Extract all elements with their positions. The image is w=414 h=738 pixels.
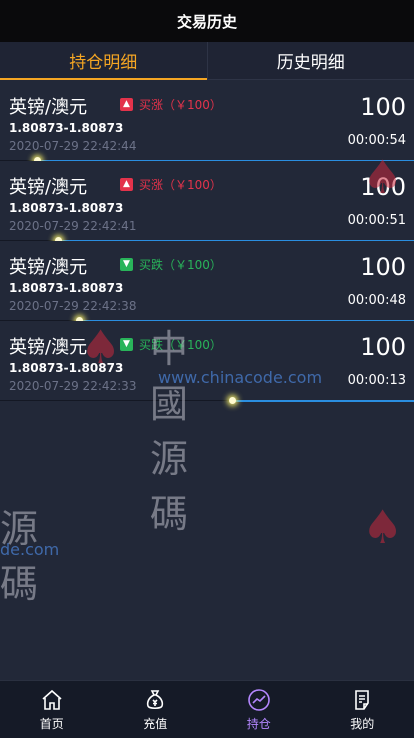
order-countdown: 00:00:51 [347, 213, 406, 228]
arrow-down-icon: ▼ [120, 258, 133, 271]
order-row[interactable]: 英镑/澳元 ▼ 买跌（￥100） 1.80873-1.80873 2020-07-… [0, 241, 414, 324]
arrow-up-icon: ▲ [120, 98, 133, 111]
direction-label: 买跌（￥100） [139, 338, 222, 352]
money-bag-icon [147, 689, 164, 709]
order-time: 2020-07-29 22:42:44 [9, 139, 137, 153]
watermark-logo-icon: ♠ [362, 500, 404, 554]
order-direction: ▲ 买涨（￥100） [120, 176, 222, 193]
order-countdown: 00:00:54 [347, 133, 406, 148]
home-icon [42, 689, 62, 710]
order-pair: 英镑/澳元 [9, 97, 88, 118]
nav-mine[interactable]: 我的 [311, 681, 414, 738]
order-progress [0, 397, 414, 404]
direction-label: 买涨（￥100） [139, 178, 222, 192]
tab-holdings[interactable]: 持仓明细 [0, 42, 207, 80]
order-countdown: 00:00:48 [347, 293, 406, 308]
order-pair: 英镑/澳元 [9, 177, 88, 198]
top-bar: 交易历史 [0, 0, 414, 42]
arrow-down-icon: ▼ [120, 338, 133, 351]
nav-recharge[interactable]: 充值 [104, 681, 208, 738]
order-price-range: 1.80873-1.80873 [9, 281, 124, 295]
direction-label: 买涨（￥100） [139, 98, 222, 112]
watermark-text-partial: 源碼 [0, 507, 41, 606]
order-direction: ▲ 买涨（￥100） [120, 96, 222, 113]
direction-label: 买跌（￥100） [139, 258, 222, 272]
order-direction: ▼ 买跌（￥100） [120, 336, 222, 353]
order-countdown: 00:00:13 [347, 373, 406, 388]
order-amount: 100 [360, 253, 406, 281]
order-row[interactable]: 英镑/澳元 ▲ 买涨（￥100） 1.80873-1.80873 2020-07-… [0, 81, 414, 164]
progress-dot [229, 397, 236, 404]
order-pair: 英镑/澳元 [9, 257, 88, 278]
order-price-range: 1.80873-1.80873 [9, 361, 124, 375]
order-list: 英镑/澳元 ▲ 买涨（￥100） 1.80873-1.80873 2020-07-… [0, 81, 414, 404]
order-pair: 英镑/澳元 [9, 337, 88, 358]
order-direction: ▼ 买跌（￥100） [120, 256, 222, 273]
tab-history[interactable]: 历史明细 [206, 42, 414, 79]
bottom-nav: 首页 充值 持仓 我的 [0, 680, 414, 738]
nav-label: 充值 [143, 716, 168, 731]
order-amount: 100 [360, 333, 406, 361]
order-price-range: 1.80873-1.80873 [9, 121, 124, 135]
order-time: 2020-07-29 22:42:41 [9, 219, 137, 233]
document-icon [355, 689, 370, 710]
order-row[interactable]: 英镑/澳元 ▲ 买涨（￥100） 1.80873-1.80873 2020-07-… [0, 161, 414, 244]
order-amount: 100 [360, 173, 406, 201]
nav-label: 首页 [39, 716, 64, 731]
nav-holdings[interactable]: 持仓 [207, 681, 311, 738]
order-time: 2020-07-29 22:42:33 [9, 379, 137, 393]
order-time: 2020-07-29 22:42:38 [9, 299, 137, 313]
order-price-range: 1.80873-1.80873 [9, 201, 124, 215]
chart-line-icon [247, 688, 270, 711]
nav-home[interactable]: 首页 [0, 681, 104, 738]
nav-label: 我的 [350, 716, 375, 731]
order-amount: 100 [360, 93, 406, 121]
tab-bar: 持仓明细 历史明细 [0, 42, 414, 80]
page-title: 交易历史 [176, 12, 237, 31]
progress-line [232, 400, 414, 402]
arrow-up-icon: ▲ [120, 178, 133, 191]
order-row[interactable]: 英镑/澳元 ▼ 买跌（￥100） 1.80873-1.80873 2020-07-… [0, 321, 414, 404]
nav-label: 持仓 [246, 716, 271, 731]
watermark-url-partial: de.com [0, 540, 60, 559]
